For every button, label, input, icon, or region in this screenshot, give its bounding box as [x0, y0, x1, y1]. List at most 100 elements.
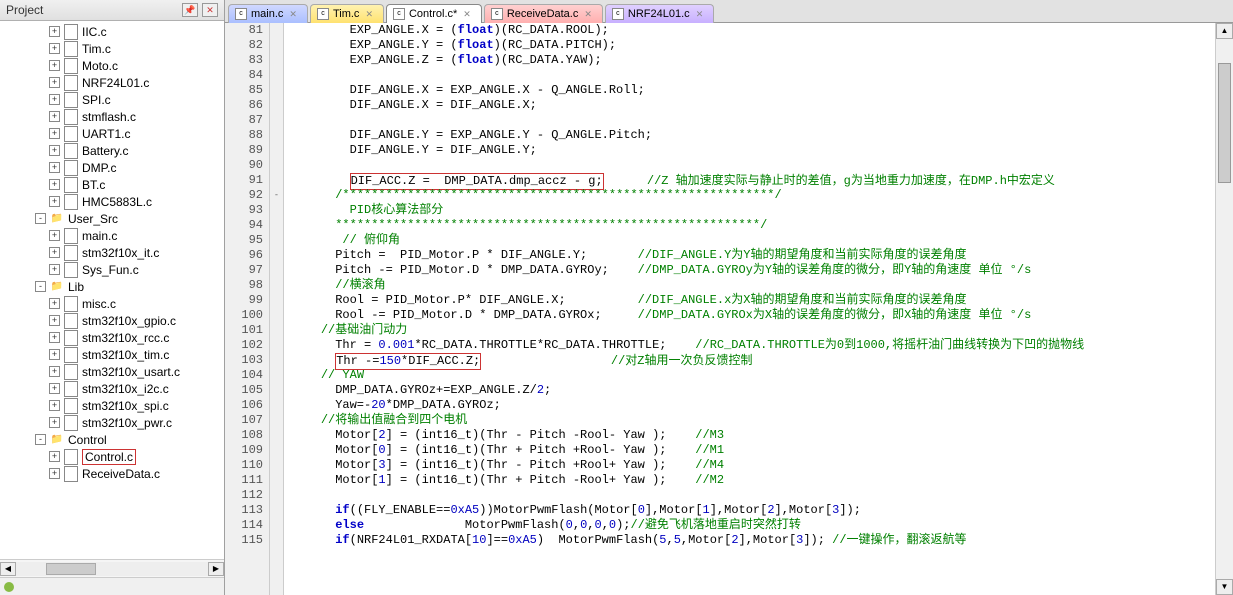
- tree-twisty-icon[interactable]: -: [35, 213, 46, 224]
- code-line[interactable]: Pitch = PID_Motor.P * DIF_ANGLE.Y; //DIF…: [292, 248, 1215, 263]
- editor-vertical-scrollbar[interactable]: ▲ ▼: [1215, 23, 1233, 595]
- tree-file[interactable]: +Tim.c: [0, 40, 224, 57]
- tree-twisty-icon[interactable]: +: [49, 315, 60, 326]
- tree-twisty-icon[interactable]: +: [49, 400, 60, 411]
- tree-file[interactable]: +stmflash.c: [0, 108, 224, 125]
- code-line[interactable]: Pitch -= PID_Motor.D * DMP_DATA.GYROy; /…: [292, 263, 1215, 278]
- tree-twisty-icon[interactable]: +: [49, 43, 60, 54]
- tree-file[interactable]: +SPI.c: [0, 91, 224, 108]
- code-line[interactable]: /***************************************…: [292, 188, 1215, 203]
- tree-twisty-icon[interactable]: +: [49, 60, 60, 71]
- code-line[interactable]: // YAW: [292, 368, 1215, 383]
- tree-twisty-icon[interactable]: +: [49, 468, 60, 479]
- code-line[interactable]: if((FLY_ENABLE==0xA5))MotorPwmFlash(Moto…: [292, 503, 1215, 518]
- code-content[interactable]: EXP_ANGLE.X = (float)(RC_DATA.ROOL); EXP…: [284, 23, 1215, 595]
- code-line[interactable]: DIF_ANGLE.X = DIF_ANGLE.X;: [292, 98, 1215, 113]
- tab-close-icon[interactable]: ✕: [365, 9, 373, 20]
- code-line[interactable]: Rool = PID_Motor.P* DIF_ANGLE.X; //DIF_A…: [292, 293, 1215, 308]
- code-line[interactable]: [292, 488, 1215, 503]
- tree-file[interactable]: +UART1.c: [0, 125, 224, 142]
- code-line[interactable]: [292, 68, 1215, 83]
- tree-file[interactable]: +stm32f10x_tim.c: [0, 346, 224, 363]
- tree-file[interactable]: +BT.c: [0, 176, 224, 193]
- tree-twisty-icon[interactable]: +: [49, 366, 60, 377]
- code-line[interactable]: if(NRF24L01_RXDATA[10]==0xA5) MotorPwmFl…: [292, 533, 1215, 548]
- code-line[interactable]: DIF_ANGLE.Y = EXP_ANGLE.Y - Q_ANGLE.Pitc…: [292, 128, 1215, 143]
- tree-twisty-icon[interactable]: +: [49, 94, 60, 105]
- code-line[interactable]: Yaw=-20*DMP_DATA.GYROz;: [292, 398, 1215, 413]
- tree-file[interactable]: +NRF24L01.c: [0, 74, 224, 91]
- code-line[interactable]: Rool -= PID_Motor.D * DMP_DATA.GYROx; //…: [292, 308, 1215, 323]
- tree-twisty-icon[interactable]: +: [49, 162, 60, 173]
- tree-twisty-icon[interactable]: +: [49, 332, 60, 343]
- scroll-thumb[interactable]: [46, 563, 96, 575]
- code-line[interactable]: DIF_ANGLE.X = EXP_ANGLE.X - Q_ANGLE.Roll…: [292, 83, 1215, 98]
- code-line[interactable]: Motor[1] = (int16_t)(Thr + Pitch -Rool+ …: [292, 473, 1215, 488]
- tree-file[interactable]: +DMP.c: [0, 159, 224, 176]
- tree-folder[interactable]: -📁User_Src: [0, 210, 224, 227]
- tree-file[interactable]: +IIC.c: [0, 23, 224, 40]
- editor-tab[interactable]: cNRF24L01.c✕: [605, 4, 714, 23]
- scroll-down-arrow[interactable]: ▼: [1216, 579, 1233, 595]
- code-line[interactable]: Motor[3] = (int16_t)(Thr - Pitch +Rool+ …: [292, 458, 1215, 473]
- tree-twisty-icon[interactable]: +: [49, 451, 60, 462]
- code-line[interactable]: ****************************************…: [292, 218, 1215, 233]
- tree-twisty-icon[interactable]: +: [49, 77, 60, 88]
- tree-twisty-icon[interactable]: +: [49, 264, 60, 275]
- tab-close-icon[interactable]: ✕: [463, 9, 471, 20]
- tree-twisty-icon[interactable]: +: [49, 298, 60, 309]
- code-line[interactable]: //横滚角: [292, 278, 1215, 293]
- code-line[interactable]: //基础油门动力: [292, 323, 1215, 338]
- code-line[interactable]: // 俯仰角: [292, 233, 1215, 248]
- tree-file[interactable]: +HMC5883L.c: [0, 193, 224, 210]
- tab-close-icon[interactable]: ✕: [696, 9, 704, 20]
- tree-twisty-icon[interactable]: +: [49, 230, 60, 241]
- tree-file[interactable]: +main.c: [0, 227, 224, 244]
- project-tree-scroll[interactable]: +IIC.c+Tim.c+Moto.c+NRF24L01.c+SPI.c+stm…: [0, 21, 224, 559]
- tree-twisty-icon[interactable]: +: [49, 247, 60, 258]
- tree-twisty-icon[interactable]: +: [49, 349, 60, 360]
- code-line[interactable]: DIF_ACC.Z = DMP_DATA.dmp_accz - g; //Z 轴…: [292, 173, 1215, 188]
- code-line[interactable]: EXP_ANGLE.Z = (float)(RC_DATA.YAW);: [292, 53, 1215, 68]
- editor-tab[interactable]: cmain.c✕: [228, 4, 308, 23]
- code-line[interactable]: DMP_DATA.GYROz+=EXP_ANGLE.Z/2;: [292, 383, 1215, 398]
- code-line[interactable]: Thr = 0.001*RC_DATA.THROTTLE*RC_DATA.THR…: [292, 338, 1215, 353]
- code-line[interactable]: Motor[0] = (int16_t)(Thr + Pitch +Rool- …: [292, 443, 1215, 458]
- tree-horizontal-scrollbar[interactable]: ◀ ▶: [0, 559, 224, 577]
- tree-file[interactable]: +ReceiveData.c: [0, 465, 224, 482]
- tree-twisty-icon[interactable]: +: [49, 179, 60, 190]
- tree-file[interactable]: +misc.c: [0, 295, 224, 312]
- scroll-up-arrow[interactable]: ▲: [1216, 23, 1233, 39]
- code-line[interactable]: Motor[2] = (int16_t)(Thr - Pitch -Rool- …: [292, 428, 1215, 443]
- fold-column[interactable]: -: [270, 23, 284, 595]
- code-line[interactable]: [292, 113, 1215, 128]
- tree-file[interactable]: +Battery.c: [0, 142, 224, 159]
- tree-twisty-icon[interactable]: +: [49, 128, 60, 139]
- panel-close-button[interactable]: ✕: [202, 3, 218, 17]
- tree-file[interactable]: +Sys_Fun.c: [0, 261, 224, 278]
- tree-twisty-icon[interactable]: +: [49, 145, 60, 156]
- tree-twisty-icon[interactable]: +: [49, 111, 60, 122]
- code-line[interactable]: DIF_ANGLE.Y = DIF_ANGLE.Y;: [292, 143, 1215, 158]
- tree-file[interactable]: +stm32f10x_usart.c: [0, 363, 224, 380]
- tree-twisty-icon[interactable]: -: [35, 434, 46, 445]
- code-line[interactable]: //将输出值融合到四个电机: [292, 413, 1215, 428]
- scroll-left-arrow[interactable]: ◀: [0, 562, 16, 576]
- editor-tab[interactable]: cTim.c✕: [310, 4, 384, 23]
- tree-twisty-icon[interactable]: +: [49, 383, 60, 394]
- code-line[interactable]: PID核心算法部分: [292, 203, 1215, 218]
- tree-file[interactable]: +stm32f10x_rcc.c: [0, 329, 224, 346]
- scroll-right-arrow[interactable]: ▶: [208, 562, 224, 576]
- tree-twisty-icon[interactable]: +: [49, 196, 60, 207]
- code-line[interactable]: EXP_ANGLE.X = (float)(RC_DATA.ROOL);: [292, 23, 1215, 38]
- tree-file[interactable]: +stm32f10x_gpio.c: [0, 312, 224, 329]
- tree-file[interactable]: +Moto.c: [0, 57, 224, 74]
- tree-twisty-icon[interactable]: +: [49, 26, 60, 37]
- editor-tab[interactable]: cControl.c*✕: [386, 4, 482, 23]
- tree-folder[interactable]: -📁Control: [0, 431, 224, 448]
- panel-pin-button[interactable]: 📌: [182, 3, 198, 17]
- tree-file[interactable]: +stm32f10x_pwr.c: [0, 414, 224, 431]
- tree-file[interactable]: +stm32f10x_i2c.c: [0, 380, 224, 397]
- fold-toggle[interactable]: -: [270, 188, 283, 203]
- scroll-thumb-v[interactable]: [1218, 63, 1231, 183]
